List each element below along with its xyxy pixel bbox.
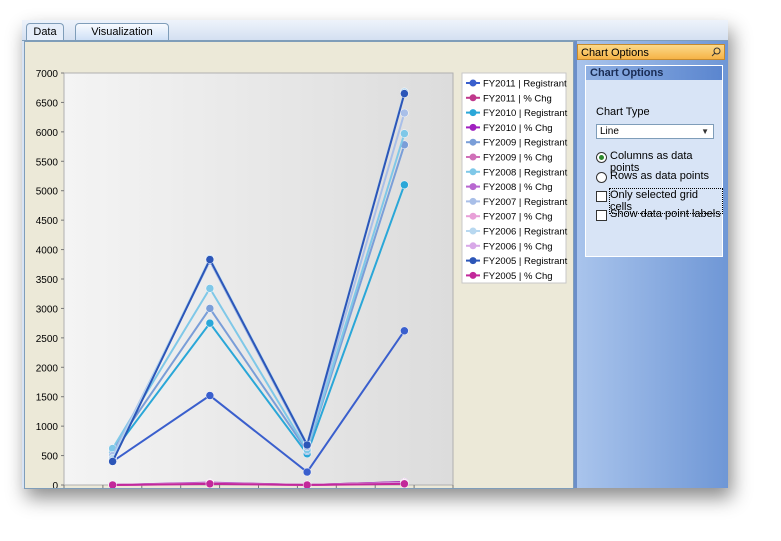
legend-entry: FY2008 | % Chg [483,182,553,193]
legend-swatch-marker [469,153,477,161]
y-tick-label: 7000 [36,69,59,80]
radio-columns[interactable] [596,152,607,163]
data-point [108,457,117,466]
legend-entry: FY2008 | Registrant [483,167,568,178]
legend-entry: FY2007 | Registrant [483,197,568,208]
tab-visualization[interactable]: Visualization [75,23,169,40]
y-tick-label: 5000 [36,187,59,198]
data-point [400,180,409,190]
data-point [205,255,215,264]
legend-swatch-marker [469,138,477,146]
legend-swatch-marker [469,197,477,205]
legend-swatch-marker [469,257,477,265]
data-point [302,440,312,450]
pin-icon[interactable] [711,47,721,57]
legend-swatch-marker [469,94,477,102]
data-point [205,391,215,400]
data-point [400,129,409,138]
chevron-down-icon: ▼ [701,127,709,136]
y-tick-label: 500 [41,452,58,463]
legend-entry: FY2006 | % Chg [483,241,553,252]
legend-swatch-marker [469,212,477,220]
y-tick-label: 0 [52,481,58,488]
chart-options-header-label: Chart Options [581,47,649,59]
legend-entry: FY2010 | % Chg [483,123,553,134]
legend-swatch-marker [469,123,477,131]
legend-entry: FY2010 | Registrant [483,108,568,119]
data-point [400,89,409,98]
radio-rows-label[interactable]: Rows as data points [610,170,709,182]
legend-swatch-marker [469,183,477,191]
y-tick-label: 4000 [36,246,59,257]
data-point [302,480,312,490]
data-point [205,284,215,293]
legend-entry: FY2011 | Registrant [483,79,567,90]
legend-swatch-marker [469,271,477,279]
data-point [400,108,409,118]
data-point [302,467,312,477]
data-point [108,480,117,490]
tab-strip: Data Visualization [22,20,728,41]
tab-data[interactable]: Data [26,23,64,40]
y-tick-label: 1500 [36,393,59,404]
data-point [400,479,409,489]
legend-entry: FY2006 | Registrant [483,227,568,238]
y-tick-label: 6000 [36,128,59,139]
data-point [400,326,409,336]
chart-options-header: Chart Options [577,44,725,60]
legend-swatch-marker [469,242,477,250]
y-tick-label: 2500 [36,334,59,345]
y-tick-label: 1000 [36,422,59,433]
series-line [112,482,405,487]
y-tick-label: 3500 [36,275,59,286]
chart-area: 0 500 1000 1500 2000 2500 3000 3500 4000 4500 5000… [24,41,574,503]
legend-entry: FY2011 | % Chg [483,93,552,104]
legend-swatch-marker [469,109,477,117]
y-tick-label: 4500 [36,216,59,227]
y-tick-label: 5500 [36,157,59,168]
chart-type-select[interactable]: Line ▼ [596,124,714,139]
checkbox-show-labels-label[interactable]: Show data point labels [610,208,721,220]
legend-entry: FY2005 | % Chg [483,271,553,282]
checkbox-show-labels[interactable] [596,210,607,221]
chart-type-label: Chart Type [596,106,650,118]
y-tick-label: 2000 [36,363,59,374]
plot-background [63,72,454,486]
app-window: Data Visualization 0 500 1000 1500 2000 2500 3… [22,20,728,503]
chart-options-panel-title: Chart Options [586,66,722,80]
legend-entry: FY2007 | % Chg [483,212,553,223]
legend-entry: FY2005 | Registrant [483,256,568,267]
chart-options-pane: Chart Options Chart Options Chart Type L… [577,41,728,488]
radio-rows[interactable] [596,172,607,183]
data-point [205,304,215,313]
legend-swatch-marker [469,168,477,176]
data-point [205,318,215,328]
data-point [205,479,215,489]
chart-type-value: Line [600,126,619,137]
checkbox-only-selected[interactable] [596,191,607,202]
chart-options-panel: Chart Options Chart Type Line ▼ Columns … [585,65,723,257]
legend-swatch-marker [469,227,477,235]
line-chart: 0 500 1000 1500 2000 2500 3000 3500 4000 4500 5000… [36,69,568,503]
legend-swatch-marker [469,79,477,87]
legend-entry: FY2009 | Registrant [483,138,568,149]
y-tick-label: 3000 [36,304,59,315]
legend-entry: FY2009 | % Chg [483,153,553,164]
y-tick-label: 6500 [36,98,59,109]
